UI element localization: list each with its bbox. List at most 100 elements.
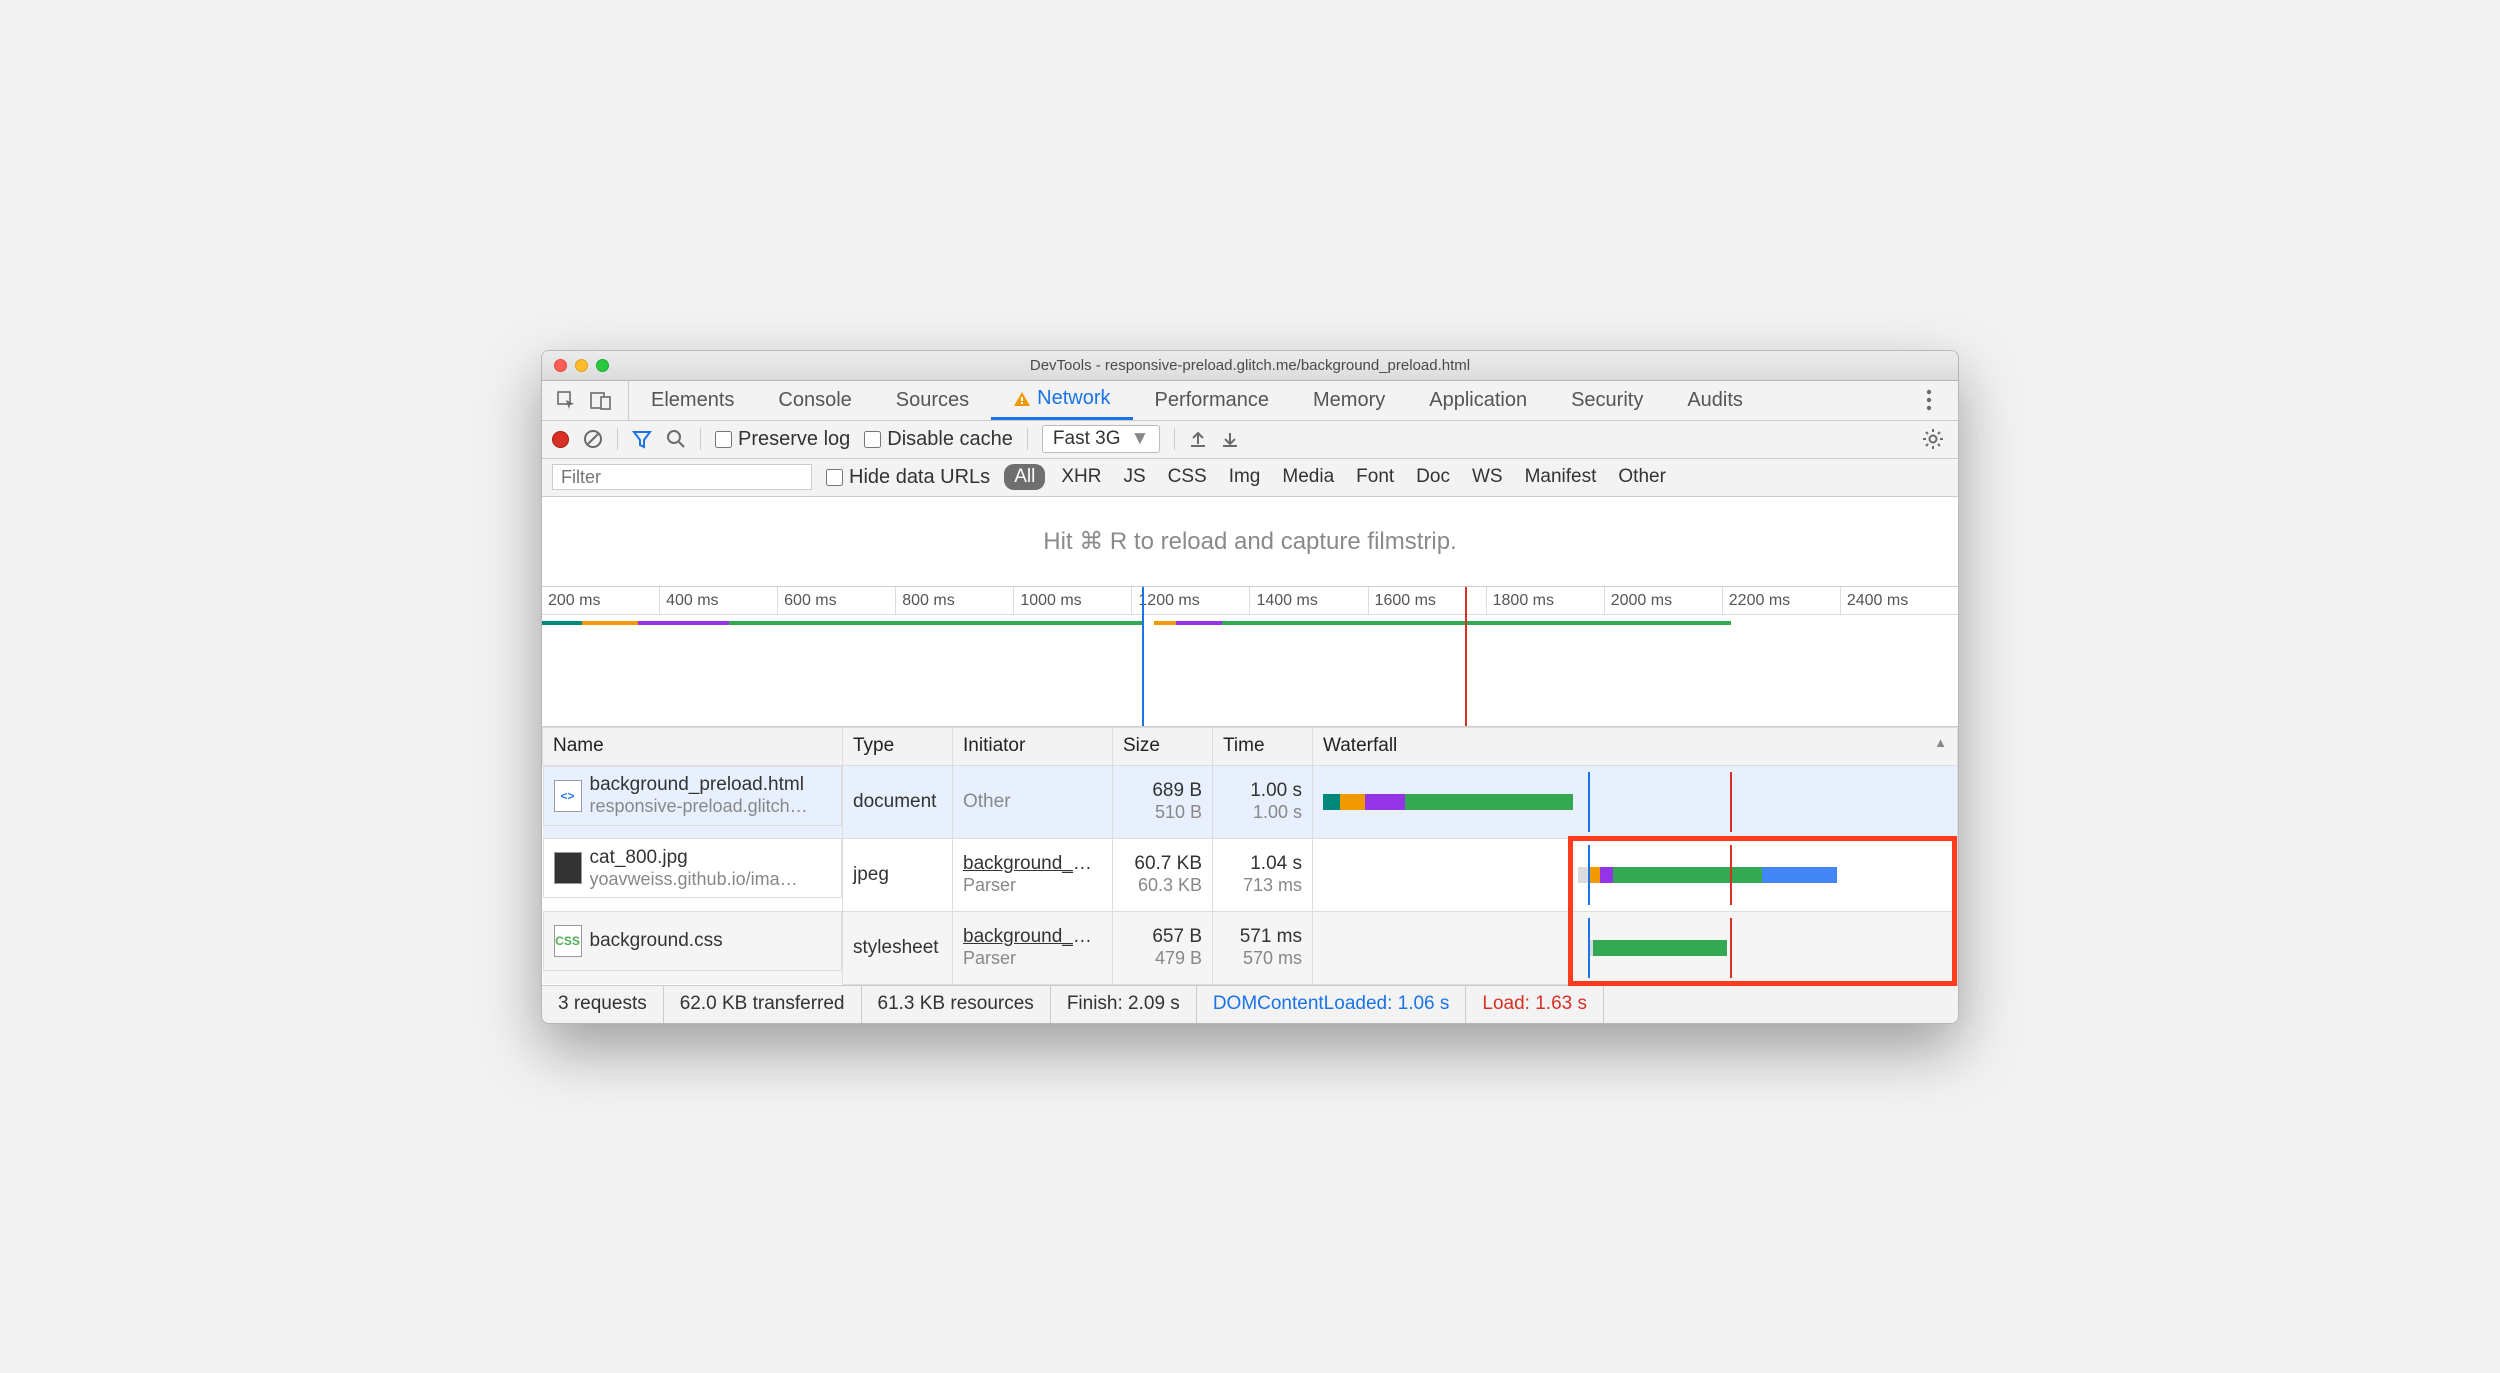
request-initiator[interactable]: background_pr…Parser [953,911,1113,984]
request-row[interactable]: <> background_preload.htmlresponsive-prel… [543,765,1958,838]
settings-gear-icon[interactable] [1922,428,1948,450]
main-tabs: ElementsConsoleSourcesNetworkPerformance… [542,381,1958,421]
status-resources: 61.3 KB resources [862,986,1051,1023]
overview-tick: 2000 ms [1604,587,1722,614]
tab-elements[interactable]: Elements [629,381,756,420]
tab-application[interactable]: Application [1407,381,1549,420]
titlebar: DevTools - responsive-preload.glitch.me/… [542,351,1958,381]
tab-security[interactable]: Security [1549,381,1665,420]
request-time: 571 ms570 ms [1213,911,1313,984]
col-initiator[interactable]: Initiator [953,727,1113,765]
filter-type-font[interactable]: Font [1350,464,1400,490]
filter-input[interactable] [552,464,812,490]
request-size: 60.7 KB60.3 KB [1113,838,1213,911]
tab-console[interactable]: Console [756,381,873,420]
window-title: DevTools - responsive-preload.glitch.me/… [542,357,1958,374]
search-icon[interactable] [666,429,686,449]
more-options-icon[interactable] [1910,381,1948,420]
filter-type-media[interactable]: Media [1276,464,1340,490]
record-button[interactable] [552,431,569,448]
filter-type-doc[interactable]: Doc [1410,464,1456,490]
request-waterfall [1313,838,1958,911]
request-initiator[interactable]: background_pr…Parser [953,838,1113,911]
inspect-element-icon[interactable] [556,390,576,410]
overview-tick: 200 ms [542,587,659,614]
network-toolbar: Preserve log Disable cache Fast 3G ▼ [542,421,1958,459]
col-type[interactable]: Type [843,727,953,765]
filter-type-all[interactable]: All [1004,464,1045,490]
filter-type-manifest[interactable]: Manifest [1519,464,1603,490]
filter-type-css[interactable]: CSS [1162,464,1213,490]
tab-memory[interactable]: Memory [1291,381,1407,420]
filter-type-img[interactable]: Img [1223,464,1267,490]
hide-data-urls-checkbox[interactable]: Hide data URLs [826,466,990,489]
request-time: 1.04 s713 ms [1213,838,1313,911]
request-name: background_preload.html [590,774,804,795]
filter-type-ws[interactable]: WS [1466,464,1509,490]
close-window-button[interactable] [554,359,567,372]
request-waterfall [1313,765,1958,838]
clear-icon[interactable] [583,429,603,449]
filter-type-xhr[interactable]: XHR [1055,464,1107,490]
zoom-window-button[interactable] [596,359,609,372]
file-img-icon [554,852,582,884]
request-size: 657 B479 B [1113,911,1213,984]
hide-data-urls-label: Hide data URLs [849,466,990,489]
request-row[interactable]: cat_800.jpgyoavweiss.github.io/ima… jpegb… [543,838,1958,911]
overview-tick: 1200 ms [1131,587,1249,614]
filter-type-other[interactable]: Other [1612,464,1672,490]
overview-tick: 400 ms [659,587,777,614]
tab-audits[interactable]: Audits [1665,381,1765,420]
devtools-window: DevTools - responsive-preload.glitch.me/… [541,350,1959,1024]
overview-tick: 1000 ms [1013,587,1131,614]
col-size[interactable]: Size [1113,727,1213,765]
window-controls [542,359,609,372]
request-name: cat_800.jpg [590,847,688,868]
filter-bar: Hide data URLs All XHR JS CSS Img Media Font Do… [542,459,1958,497]
minimize-window-button[interactable] [575,359,588,372]
preserve-log-checkbox[interactable]: Preserve log [715,428,850,451]
request-type: document [843,765,953,838]
overview-tick: 1600 ms [1368,587,1486,614]
status-bar: 3 requests 62.0 KB transferred 61.3 KB r… [542,985,1958,1023]
request-waterfall [1313,911,1958,984]
filmstrip-hint: Hit ⌘ R to reload and capture filmstrip. [542,497,1958,587]
filter-icon[interactable] [632,429,652,449]
upload-har-icon[interactable] [1189,430,1207,448]
overview-tick: 2200 ms [1722,587,1840,614]
request-size: 689 B510 B [1113,765,1213,838]
request-origin: yoavweiss.github.io/ima… [590,869,798,890]
status-finish: Finish: 2.09 s [1051,986,1197,1023]
tab-network[interactable]: Network [991,381,1132,420]
status-dcl: DOMContentLoaded: 1.06 s [1197,986,1467,1023]
request-type: jpeg [843,838,953,911]
disable-cache-checkbox[interactable]: Disable cache [864,428,1013,451]
overview-tick: 600 ms [777,587,895,614]
request-row[interactable]: CSSbackground.cssstylesheetbackground_pr… [543,911,1958,984]
throttling-select[interactable]: Fast 3G ▼ [1042,425,1160,453]
file-html-icon: <> [554,780,582,812]
status-load: Load: 1.63 s [1466,986,1604,1023]
status-requests: 3 requests [542,986,664,1023]
request-origin: responsive-preload.glitch… [590,796,808,817]
request-name: background.css [590,930,723,951]
overview-tick: 1800 ms [1486,587,1604,614]
requests-table: Name Type Initiator Size Time Waterfall … [542,727,1958,985]
toggle-device-icon[interactable] [590,390,612,410]
col-name[interactable]: Name [543,727,843,765]
filter-type-js[interactable]: JS [1117,464,1151,490]
tab-sources[interactable]: Sources [874,381,991,420]
table-header-row: Name Type Initiator Size Time Waterfall [543,727,1958,765]
status-transferred: 62.0 KB transferred [664,986,862,1023]
preserve-log-label: Preserve log [738,428,850,451]
warning-icon [1013,390,1031,408]
overview-tick: 1400 ms [1249,587,1367,614]
download-har-icon[interactable] [1221,430,1239,448]
overview-tick: 800 ms [895,587,1013,614]
col-time[interactable]: Time [1213,727,1313,765]
file-css-icon: CSS [554,925,582,957]
tab-performance[interactable]: Performance [1133,381,1292,420]
request-initiator[interactable]: Other [953,765,1113,838]
overview-timeline[interactable]: 200 ms400 ms600 ms800 ms1000 ms1200 ms14… [542,587,1958,727]
col-waterfall[interactable]: Waterfall [1313,727,1958,765]
